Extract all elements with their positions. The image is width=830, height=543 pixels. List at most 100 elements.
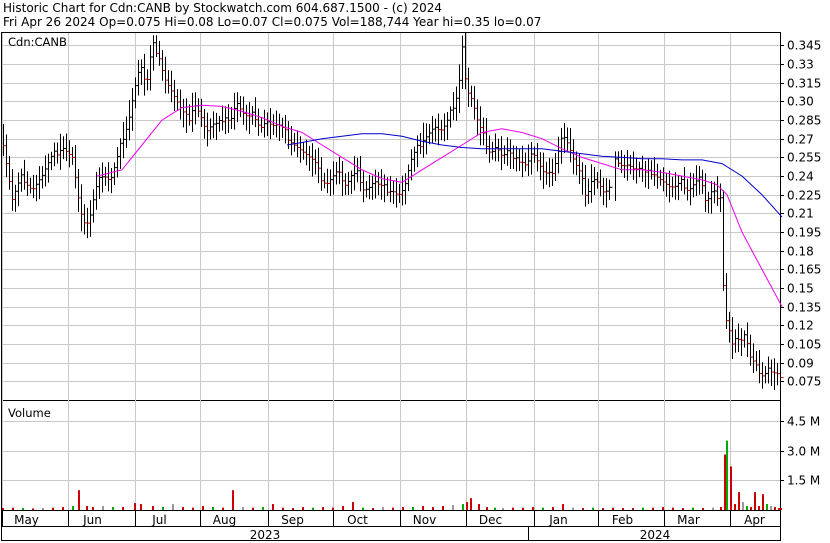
volume-bar xyxy=(702,508,704,510)
volume-bar xyxy=(22,508,24,510)
volume-bar xyxy=(738,492,740,510)
price-tick-label: 0.15 xyxy=(787,282,814,296)
volume-bar xyxy=(770,506,772,510)
symbol-label: Cdn:CANB xyxy=(8,35,67,49)
volume-bar xyxy=(112,507,114,510)
volume-bar xyxy=(432,507,434,510)
volume-tick-label: 4.5 M xyxy=(787,415,820,429)
volume-bar xyxy=(312,507,314,510)
price-tick-label: 0.315 xyxy=(787,77,821,91)
volume-bar xyxy=(232,490,234,510)
volume-bar xyxy=(562,504,564,510)
volume-panel-frame xyxy=(1,400,781,511)
volume-bar xyxy=(292,508,294,510)
volume-bar xyxy=(152,506,154,510)
volume-bar xyxy=(652,507,654,510)
price-panel-frame xyxy=(1,32,781,401)
volume-bar xyxy=(452,505,454,510)
month-label: Dec xyxy=(479,513,502,527)
volume-bar xyxy=(750,507,752,510)
year-label: 2024 xyxy=(640,528,671,542)
volume-bar xyxy=(182,507,184,510)
volume-bar xyxy=(72,506,74,510)
volume-bar xyxy=(512,507,514,510)
volume-bar xyxy=(382,507,384,510)
volume-bar xyxy=(402,507,404,510)
price-tick-label: 0.195 xyxy=(787,226,821,240)
volume-bar xyxy=(32,508,34,510)
month-label: Nov xyxy=(413,513,436,527)
volume-tick-label: 1.5 M xyxy=(787,474,820,488)
price-tick-label: 0.285 xyxy=(787,114,821,128)
volume-bar xyxy=(592,507,594,510)
volume-bar xyxy=(552,507,554,510)
price-tick-label: 0.075 xyxy=(787,375,821,389)
volume-bar xyxy=(502,508,504,510)
volume-bar xyxy=(692,507,694,510)
volume-bar xyxy=(172,504,174,510)
volume-bar xyxy=(726,440,728,510)
volume-bar xyxy=(12,507,14,510)
volume-bar xyxy=(78,490,80,510)
month-label: Sep xyxy=(281,513,304,527)
volume-bar xyxy=(758,506,760,510)
volume-bar xyxy=(602,508,604,510)
volume-bar xyxy=(662,507,664,510)
volume-bar xyxy=(272,504,274,510)
volume-bar xyxy=(730,466,732,510)
volume-bar xyxy=(202,506,204,510)
price-tick-label: 0.135 xyxy=(787,301,821,315)
volume-bar xyxy=(302,507,304,510)
volume-bar xyxy=(478,504,480,510)
volume-bar xyxy=(542,507,544,510)
volume-bar xyxy=(372,508,374,510)
volume-bar xyxy=(762,494,764,510)
price-tick-label: 0.27 xyxy=(787,133,814,147)
volume-bar xyxy=(212,507,214,510)
price-tick-label: 0.225 xyxy=(787,189,821,203)
year-label: 2023 xyxy=(250,528,281,542)
volume-bar xyxy=(642,507,644,510)
month-label: May xyxy=(14,513,39,527)
volume-bar xyxy=(720,507,722,510)
volume-bar xyxy=(62,507,64,510)
volume-bar xyxy=(192,507,194,510)
volume-bar xyxy=(746,506,748,510)
price-tick-label: 0.24 xyxy=(787,170,814,184)
price-tick-label: 0.345 xyxy=(787,39,821,53)
volume-bar xyxy=(470,498,472,510)
price-tick-label: 0.09 xyxy=(787,357,814,371)
month-label: Aug xyxy=(213,513,236,527)
volume-bar xyxy=(122,507,124,510)
volume-bar xyxy=(86,506,88,510)
volume-bar xyxy=(766,504,768,510)
volume-bar xyxy=(494,507,496,510)
volume-bar xyxy=(532,507,534,510)
volume-bar xyxy=(742,502,744,510)
price-tick-label: 0.18 xyxy=(787,245,814,259)
volume-bar xyxy=(52,507,54,510)
price-tick-label: 0.30 xyxy=(787,95,814,109)
price-tick-label: 0.105 xyxy=(787,338,821,352)
volume-bar xyxy=(342,506,344,510)
volume-bar xyxy=(102,506,104,510)
volume-bar xyxy=(92,507,94,510)
volume-bar xyxy=(754,492,756,510)
volume-bar xyxy=(332,507,334,510)
volume-bar xyxy=(140,504,142,510)
volume-bar xyxy=(774,507,776,510)
volume-bar xyxy=(582,508,584,510)
volume-bar xyxy=(734,504,736,510)
volume-bar xyxy=(780,508,782,510)
volume-bar xyxy=(522,507,524,510)
price-tick-label: 0.165 xyxy=(787,263,821,277)
volume-bar xyxy=(462,504,464,510)
volume-bar xyxy=(622,508,624,510)
price-tick-label: 0.21 xyxy=(787,207,814,221)
price-tick-label: 0.255 xyxy=(787,151,821,165)
volume-bar xyxy=(362,507,364,510)
stock-chart: 0.345 0.33 0.315 0.30 0.285 0.27 0.255 0.24 0.22… xyxy=(1,32,821,542)
month-label: Jan xyxy=(548,513,568,527)
month-label: Jul xyxy=(151,513,166,527)
volume-bar xyxy=(262,507,264,510)
